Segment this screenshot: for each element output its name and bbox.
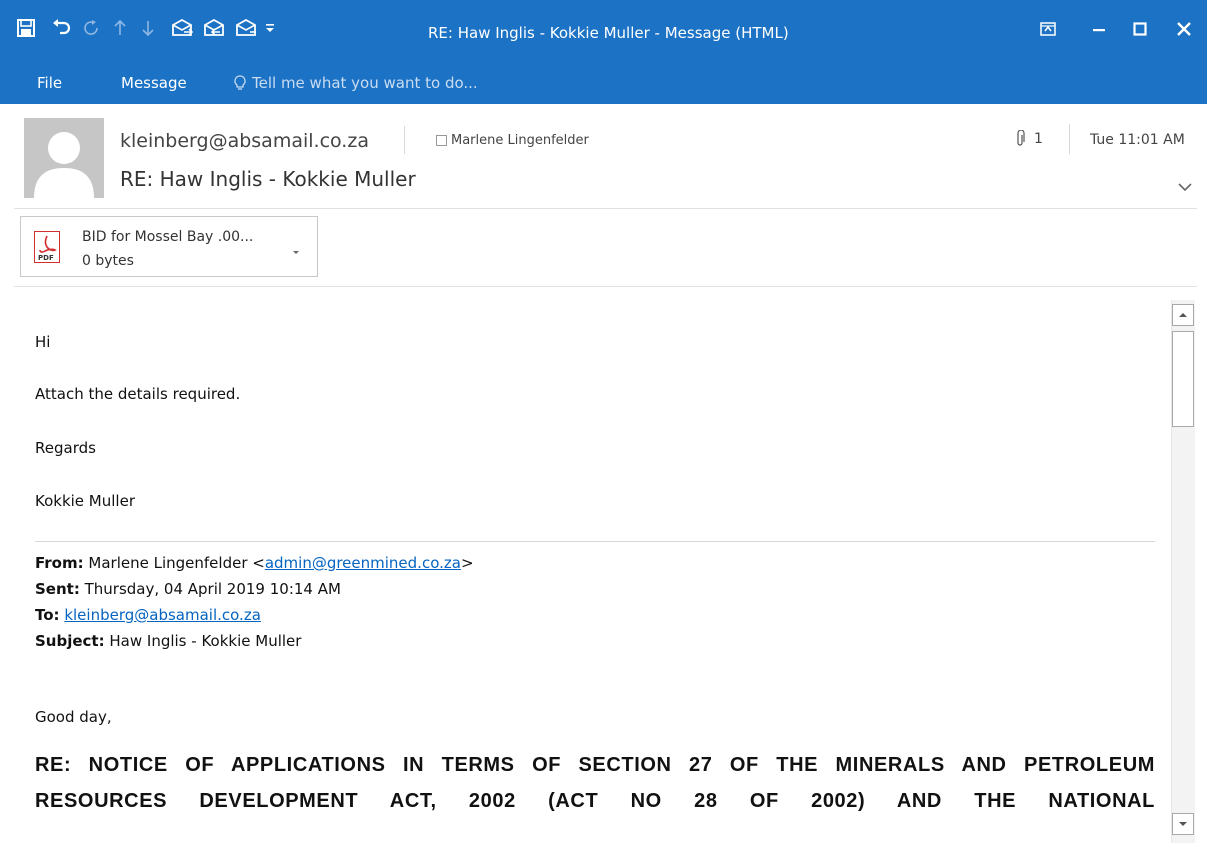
scrollbar-thumb[interactable] xyxy=(1172,331,1194,427)
ribbon-tabs: File Message Tell me what you want to do… xyxy=(0,66,1207,100)
avatar xyxy=(24,118,104,198)
divider xyxy=(14,286,1197,287)
attachment-item[interactable]: PDF BID for Mossel Bay .00... 0 bytes xyxy=(20,216,318,277)
quoted-sent: Sent: Thursday, 04 April 2019 10:14 AM xyxy=(35,580,341,598)
scroll-down-button[interactable] xyxy=(1172,813,1194,835)
customize-qat-icon[interactable] xyxy=(258,16,282,40)
message-date: Tue 11:01 AM xyxy=(1090,132,1185,148)
quoted-subject: Subject: Haw Inglis - Kokkie Muller xyxy=(35,632,301,650)
divider xyxy=(14,208,1197,209)
attachment-count-value: 1 xyxy=(1034,131,1043,147)
from-email-link[interactable]: admin@greenmined.co.za xyxy=(265,554,461,572)
lightbulb-icon xyxy=(234,75,246,90)
forward-icon[interactable] xyxy=(234,16,258,40)
attachment-name: BID for Mossel Bay .00... xyxy=(82,229,254,245)
maximize-icon[interactable] xyxy=(1122,14,1158,44)
subject-label: Subject: xyxy=(35,632,105,650)
attachment-count: 1 xyxy=(1014,130,1043,148)
greeting: Hi xyxy=(35,333,51,351)
chevron-down-icon[interactable] xyxy=(291,243,301,254)
tab-message[interactable]: Message xyxy=(121,74,187,92)
window-title: RE: Haw Inglis - Kokkie Muller - Message… xyxy=(428,24,789,42)
from-label: From: xyxy=(35,554,84,572)
tab-file[interactable]: File xyxy=(37,74,62,92)
paperclip-icon xyxy=(1017,130,1025,146)
header-divider xyxy=(1069,124,1070,154)
sent-label: Sent: xyxy=(35,580,80,598)
message-body: Hi Attach the details required. Regards … xyxy=(0,288,1168,843)
from-name: Marlene Lingenfelder < xyxy=(88,554,265,572)
subject-value: Haw Inglis - Kokkie Muller xyxy=(109,632,302,650)
recipient-name: Marlene Lingenfelder xyxy=(451,133,589,148)
close-icon[interactable] xyxy=(1166,14,1202,44)
reply-icon[interactable] xyxy=(170,16,194,40)
notice-line: RESOURCES DEVELOPMENT ACT, 2002 (ACT NO … xyxy=(35,790,1155,812)
title-bar: RE: Haw Inglis - Kokkie Muller - Message… xyxy=(0,0,1207,104)
to-label: To: xyxy=(35,606,60,624)
notice-line: RE: NOTICE OF APPLICATIONS IN TERMS OF S… xyxy=(35,754,1155,776)
quoted-from: From: Marlene Lingenfelder <admin@greenm… xyxy=(35,554,474,572)
sent-value: Thursday, 04 April 2019 10:14 AM xyxy=(84,580,341,598)
quote-divider xyxy=(35,541,1155,542)
scroll-up-button[interactable] xyxy=(1172,304,1194,326)
regards: Regards xyxy=(35,439,96,457)
signature: Kokkie Muller xyxy=(35,492,135,510)
good-day: Good day, xyxy=(35,708,112,726)
sender-address[interactable]: kleinberg@absamail.co.za xyxy=(120,130,369,152)
recipient-checkbox[interactable] xyxy=(436,135,447,146)
body-line: Attach the details required. xyxy=(35,385,241,403)
undo-icon[interactable] xyxy=(50,16,74,40)
redo-icon[interactable] xyxy=(80,16,104,40)
from-close: > xyxy=(460,554,474,572)
recipient[interactable]: Marlene Lingenfelder xyxy=(436,133,589,148)
message-subject: RE: Haw Inglis - Kokkie Muller xyxy=(120,167,416,191)
next-item-icon[interactable] xyxy=(136,16,160,40)
pdf-label: PDF xyxy=(38,254,54,262)
minimize-icon[interactable] xyxy=(1081,14,1117,44)
tell-me-search[interactable]: Tell me what you want to do... xyxy=(234,74,478,92)
tell-me-text: Tell me what you want to do... xyxy=(252,74,478,92)
previous-item-icon[interactable] xyxy=(108,16,132,40)
ribbon-display-options-icon[interactable] xyxy=(1030,14,1066,44)
notice-heading: RE: NOTICE OF APPLICATIONS IN TERMS OF S… xyxy=(35,747,1155,819)
quoted-to: To: kleinberg@absamail.co.za xyxy=(35,606,261,624)
attachment-size: 0 bytes xyxy=(82,253,134,269)
header-divider xyxy=(404,126,405,154)
save-icon[interactable] xyxy=(14,16,38,40)
to-email-link[interactable]: kleinberg@absamail.co.za xyxy=(64,606,261,624)
reply-all-icon[interactable] xyxy=(202,16,226,40)
chevron-down-icon[interactable] xyxy=(1176,180,1194,194)
